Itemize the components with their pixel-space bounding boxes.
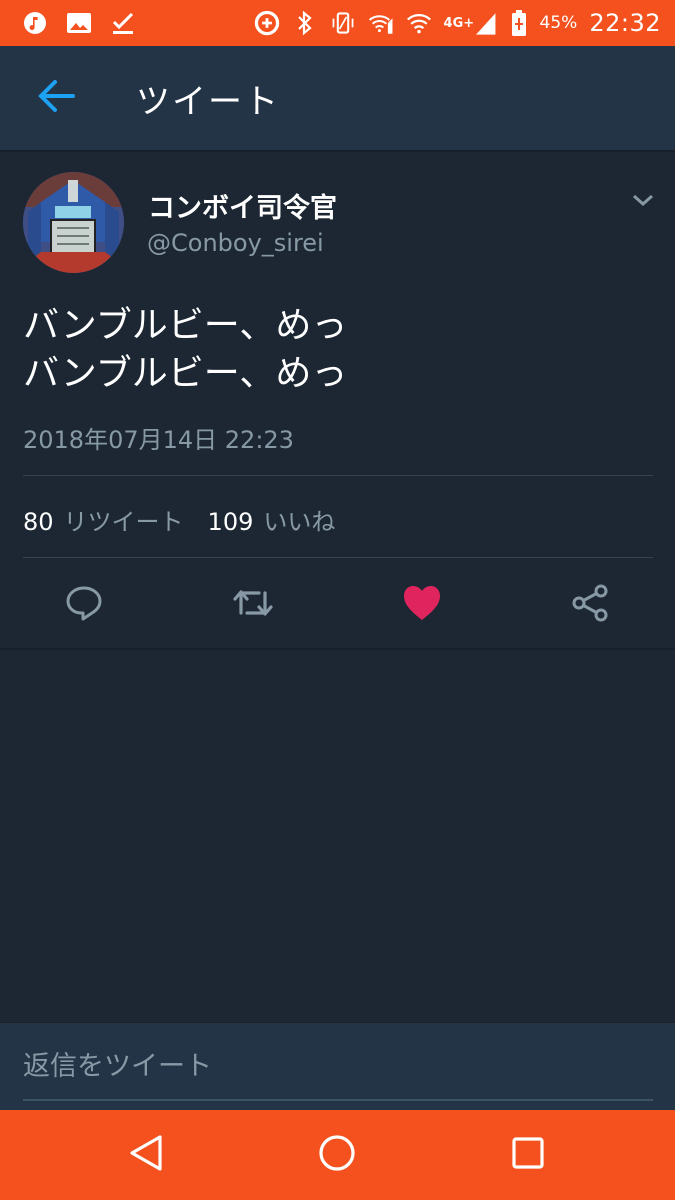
download-done-icon xyxy=(110,10,136,36)
music-note-icon xyxy=(22,10,48,36)
nav-home-button[interactable] xyxy=(317,1135,357,1175)
share-icon xyxy=(571,583,611,627)
battery-percent: 45% xyxy=(539,13,578,33)
header-divider xyxy=(0,150,675,152)
battery-icon xyxy=(510,10,528,36)
reply-bar: 返信をツイート xyxy=(0,1022,675,1110)
retweet-icon xyxy=(231,583,275,627)
reply-input[interactable]: 返信をツイート xyxy=(23,1049,653,1101)
share-button[interactable] xyxy=(569,583,613,627)
reply-button[interactable] xyxy=(62,583,106,627)
image-icon xyxy=(66,10,92,36)
tweet-actions xyxy=(0,570,675,640)
bluetooth-icon xyxy=(292,10,318,36)
data-saver-icon xyxy=(254,10,280,36)
user-handle[interactable]: @Conboy_sirei xyxy=(147,229,324,257)
vibrate-icon xyxy=(330,10,356,36)
nav-recents-button[interactable] xyxy=(508,1135,548,1175)
like-button[interactable] xyxy=(400,583,444,627)
arrow-left-icon xyxy=(37,79,75,117)
wifi-icon xyxy=(406,10,432,36)
triangle-back-icon xyxy=(128,1134,164,1176)
user-name[interactable]: コンボイ司令官 xyxy=(148,186,337,225)
clock: 22:32 xyxy=(589,9,661,37)
back-button[interactable] xyxy=(0,46,112,150)
chevron-down-icon[interactable] xyxy=(630,190,656,210)
tweet-text: バンブルビー、めっ バンブルビー、めっ xyxy=(23,305,348,394)
navigation-bar xyxy=(0,1110,675,1200)
avatar[interactable] xyxy=(23,172,124,273)
like-count[interactable]: 109 xyxy=(208,508,254,536)
like-icon xyxy=(402,585,442,625)
like-label[interactable]: いいね xyxy=(263,502,335,537)
retweet-count[interactable]: 80 xyxy=(23,508,54,536)
page-title: ツイート xyxy=(136,81,280,122)
signal-icon: 4G+ xyxy=(444,10,498,36)
divider xyxy=(23,557,653,558)
divider xyxy=(0,648,675,650)
wifi-calling-icon xyxy=(368,10,394,36)
reply-icon xyxy=(64,583,104,627)
square-recents-icon xyxy=(511,1136,545,1174)
retweet-button[interactable] xyxy=(231,583,275,627)
status-bar: 4G+ 45% 22:32 xyxy=(0,0,675,46)
tweet-stats: 80 リツイート 109 いいね xyxy=(23,502,335,537)
retweet-label[interactable]: リツイート xyxy=(64,502,184,537)
tweet-timestamp: 2018年07月14日 22:23 xyxy=(23,426,294,454)
circle-home-icon xyxy=(318,1134,356,1176)
nav-back-button[interactable] xyxy=(126,1135,166,1175)
app-header: ツイート xyxy=(0,46,675,150)
divider xyxy=(23,475,653,476)
